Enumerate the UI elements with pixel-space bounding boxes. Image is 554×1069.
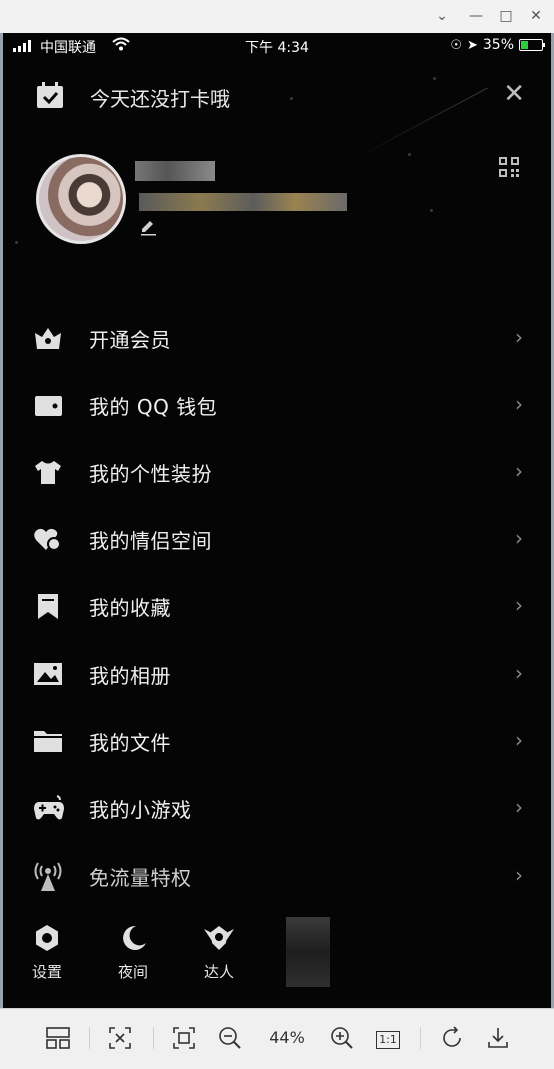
decorative-star bbox=[15, 241, 18, 244]
menu-label: 开通会员 bbox=[89, 328, 171, 352]
night-mode-button[interactable]: 夜间 bbox=[103, 923, 163, 982]
actual-size-icon[interactable] bbox=[170, 1023, 198, 1053]
chevron-right-icon: › bbox=[515, 593, 523, 617]
signal-tower-icon bbox=[33, 862, 63, 891]
signature-blurred[interactable] bbox=[139, 193, 347, 211]
minimize-icon[interactable]: — bbox=[466, 6, 486, 26]
expert-button[interactable]: 达人 bbox=[189, 923, 249, 982]
one-to-one-button[interactable]: 1:1 bbox=[374, 1023, 402, 1053]
night-label: 夜间 bbox=[117, 963, 148, 981]
menu-item-theme[interactable]: 我的个性装扮 › bbox=[3, 439, 551, 505]
couple-heart-icon bbox=[33, 525, 63, 553]
location-arrow-icon: ➤ bbox=[466, 37, 478, 53]
chevron-right-icon: › bbox=[515, 863, 523, 887]
battery-icon bbox=[519, 39, 545, 51]
chevron-right-icon: › bbox=[515, 325, 523, 349]
menu-label: 我的相册 bbox=[89, 664, 171, 688]
menu-label: 我的收藏 bbox=[89, 596, 171, 620]
menu-label: 我的 QQ 钱包 bbox=[89, 395, 218, 419]
checkin-banner[interactable]: 今天还没打卡哦 ✕ bbox=[35, 81, 525, 111]
decorative-star bbox=[430, 209, 433, 212]
calendar-check-icon bbox=[35, 82, 65, 114]
menu-item-games[interactable]: 我的小游戏 › bbox=[3, 775, 551, 841]
orientation-lock-icon: ☉ bbox=[450, 37, 462, 53]
maximize-icon[interactable]: □ bbox=[496, 6, 516, 26]
expert-label: 达人 bbox=[203, 963, 234, 981]
chevron-right-icon: › bbox=[515, 795, 523, 819]
vip-crown-icon bbox=[33, 324, 63, 352]
menu-label: 我的个性装扮 bbox=[89, 462, 212, 486]
menu-item-wallet[interactable]: 我的 QQ 钱包 › bbox=[3, 372, 551, 438]
viewer-toolbar: 44% 1:1 bbox=[0, 1008, 554, 1069]
username-blurred[interactable] bbox=[135, 161, 215, 181]
menu-item-files[interactable]: 我的文件 › bbox=[3, 708, 551, 774]
chevron-right-icon: › bbox=[515, 661, 523, 685]
chevron-right-icon: › bbox=[515, 728, 523, 752]
qr-code-icon[interactable] bbox=[499, 157, 519, 181]
avatar[interactable] bbox=[36, 154, 126, 244]
settings-button[interactable]: 设置 bbox=[17, 923, 77, 982]
decorative-star bbox=[408, 153, 411, 156]
menu-label: 我的小游戏 bbox=[89, 798, 192, 822]
checkin-text: 今天还没打卡哦 bbox=[90, 87, 230, 111]
settings-gear-icon bbox=[32, 925, 62, 957]
toolbar-divider bbox=[153, 1027, 154, 1049]
folder-icon bbox=[33, 727, 63, 755]
settings-label: 设置 bbox=[31, 963, 62, 981]
rotate-icon[interactable] bbox=[438, 1023, 466, 1053]
toolbar-divider bbox=[89, 1027, 90, 1049]
close-icon[interactable]: ✕ bbox=[526, 6, 546, 26]
battery-percent: 35% bbox=[482, 37, 514, 53]
wallet-icon bbox=[33, 391, 63, 419]
zoom-level: 44% bbox=[269, 1028, 305, 1047]
menu-item-couple[interactable]: 我的情侣空间 › bbox=[3, 506, 551, 572]
chevron-down-icon[interactable]: ⌄ bbox=[432, 6, 452, 26]
menu-item-album[interactable]: 我的相册 › bbox=[3, 641, 551, 707]
fit-to-window-icon[interactable] bbox=[106, 1023, 134, 1053]
expert-badge-icon bbox=[202, 926, 236, 957]
phone-screen: 中国联通 下午 4:34 ☉ ➤ 35% 今天还没打卡哦 ✕ 开通会员 › 我的… bbox=[3, 33, 551, 1008]
zoom-in-icon[interactable] bbox=[328, 1023, 356, 1053]
download-icon[interactable] bbox=[484, 1023, 512, 1053]
menu-item-vip[interactable]: 开通会员 › bbox=[3, 305, 551, 371]
blurred-avatar-shortcut[interactable] bbox=[286, 917, 330, 987]
chevron-right-icon: › bbox=[515, 526, 523, 550]
menu-item-favorites[interactable]: 我的收藏 › bbox=[3, 573, 551, 639]
edit-pencil-icon[interactable] bbox=[139, 218, 157, 240]
moon-icon bbox=[118, 925, 148, 957]
close-icon[interactable]: ✕ bbox=[503, 81, 525, 107]
menu-item-data-free[interactable]: 免流量特权 › bbox=[3, 843, 551, 909]
menu-label: 我的情侣空间 bbox=[89, 529, 212, 553]
bottom-nav: 设置 夜间 达人 bbox=[3, 913, 551, 1008]
ratio-label: 1:1 bbox=[376, 1031, 400, 1049]
gamepad-icon bbox=[33, 794, 64, 822]
window-title-bar: ⌄ — □ ✕ bbox=[0, 0, 554, 34]
photo-icon bbox=[33, 660, 63, 688]
zoom-out-icon[interactable] bbox=[216, 1023, 244, 1053]
shirt-icon bbox=[33, 458, 63, 486]
menu-label: 免流量特权 bbox=[89, 866, 192, 890]
toolbar-divider bbox=[420, 1027, 421, 1049]
layout-icon[interactable] bbox=[44, 1023, 72, 1053]
bookmark-icon bbox=[33, 592, 63, 620]
chevron-right-icon: › bbox=[515, 392, 523, 416]
decorative-star bbox=[433, 77, 436, 80]
status-bar: 中国联通 下午 4:34 ☉ ➤ 35% bbox=[3, 33, 551, 59]
chevron-right-icon: › bbox=[515, 459, 523, 483]
menu-label: 我的文件 bbox=[89, 731, 171, 755]
